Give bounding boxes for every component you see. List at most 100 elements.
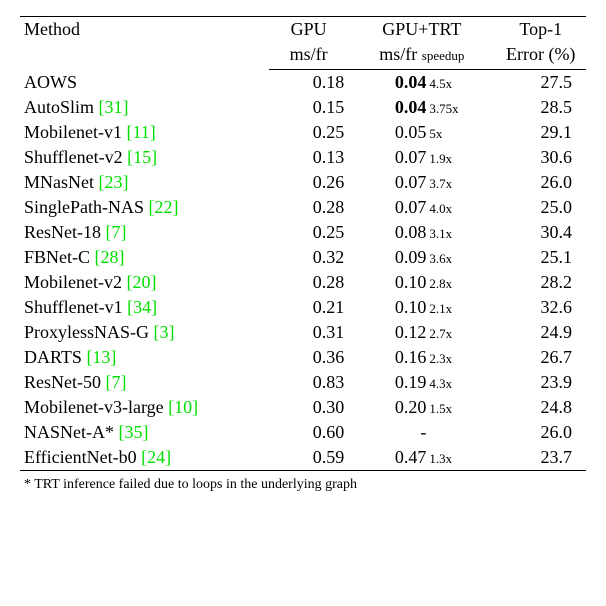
trt-speedup: 5x (426, 126, 459, 142)
cell-error: 28.5 (495, 95, 586, 120)
cell-method: EfficientNet-b0 [24] (20, 445, 269, 471)
citation-link[interactable]: [11] (126, 122, 155, 142)
cell-gpu: 0.13 (269, 145, 348, 170)
cell-trt: 0.162.3x (348, 345, 495, 370)
cell-error: 25.0 (495, 195, 586, 220)
cell-gpu: 0.25 (269, 120, 348, 145)
method-name: DARTS (24, 347, 82, 367)
cell-trt: 0.102.8x (348, 270, 495, 295)
method-name: AutoSlim (24, 97, 94, 117)
citation-link[interactable]: [10] (168, 397, 198, 417)
cell-trt: 0.044.5x (348, 70, 495, 96)
cell-trt: 0.074.0x (348, 195, 495, 220)
trt-value: 0.04 (384, 72, 426, 93)
trt-value: 0.05 (384, 122, 426, 143)
cell-method: Mobilenet-v1 [11] (20, 120, 269, 145)
cell-method: ResNet-18 [7] (20, 220, 269, 245)
citation-link[interactable]: [13] (86, 347, 116, 367)
table-row: AOWS0.180.044.5x27.5 (20, 70, 586, 96)
cell-gpu: 0.36 (269, 345, 348, 370)
cell-gpu: 0.26 (269, 170, 348, 195)
cell-error: 30.4 (495, 220, 586, 245)
cell-method: MNasNet [23] (20, 170, 269, 195)
header-trt-bot-main: ms/fr (379, 44, 417, 64)
table-row: NASNet-A* [35]0.60-26.0 (20, 420, 586, 445)
header-method: Method (20, 17, 269, 70)
method-name: Mobilenet-v2 (24, 272, 122, 292)
table-row: FBNet-C [28]0.320.093.6x25.1 (20, 245, 586, 270)
cell-error: 30.6 (495, 145, 586, 170)
method-name: EfficientNet-b0 (24, 447, 137, 467)
citation-link[interactable]: [28] (95, 247, 125, 267)
cell-gpu: 0.32 (269, 245, 348, 270)
cell-trt: 0.071.9x (348, 145, 495, 170)
cell-gpu: 0.28 (269, 195, 348, 220)
cell-gpu: 0.30 (269, 395, 348, 420)
cell-method: Shufflenet-v2 [15] (20, 145, 269, 170)
cell-method: Mobilenet-v3-large [10] (20, 395, 269, 420)
citation-link[interactable]: [20] (126, 272, 156, 292)
table-row: Mobilenet-v1 [11]0.250.055x29.1 (20, 120, 586, 145)
trt-value: 0.12 (384, 322, 426, 343)
table-row: ProxylessNAS-G [3]0.310.122.7x24.9 (20, 320, 586, 345)
method-name: MNasNet (24, 172, 94, 192)
trt-speedup: 1.9x (426, 151, 459, 167)
table-row: MNasNet [23]0.260.073.7x26.0 (20, 170, 586, 195)
table-row: Mobilenet-v3-large [10]0.300.201.5x24.8 (20, 395, 586, 420)
trt-value: 0.20 (384, 397, 426, 418)
table-row: Shufflenet-v2 [15]0.130.071.9x30.6 (20, 145, 586, 170)
citation-link[interactable]: [3] (154, 322, 175, 342)
header-trt-bot: ms/fr speedup (348, 42, 495, 70)
trt-speedup: 3.1x (426, 226, 459, 242)
cell-error: 23.7 (495, 445, 586, 471)
cell-trt: - (348, 420, 495, 445)
trt-speedup: 3.7x (426, 176, 459, 192)
trt-speedup: 2.8x (426, 276, 459, 292)
trt-value: 0.09 (384, 247, 426, 268)
cell-method: FBNet-C [28] (20, 245, 269, 270)
cell-error: 24.8 (495, 395, 586, 420)
citation-link[interactable]: [31] (99, 97, 129, 117)
citation-link[interactable]: [22] (149, 197, 179, 217)
table-row: AutoSlim [31]0.150.043.75x28.5 (20, 95, 586, 120)
cell-gpu: 0.59 (269, 445, 348, 471)
table-row: ResNet-18 [7]0.250.083.1x30.4 (20, 220, 586, 245)
method-name: ResNet-18 (24, 222, 101, 242)
header-err-bot: Error (%) (495, 42, 586, 70)
cell-error: 29.1 (495, 120, 586, 145)
method-name: SinglePath-NAS (24, 197, 144, 217)
citation-link[interactable]: [24] (141, 447, 171, 467)
citation-link[interactable]: [7] (105, 372, 126, 392)
trt-value: 0.07 (384, 197, 426, 218)
citation-link[interactable]: [35] (119, 422, 149, 442)
citation-link[interactable]: [34] (127, 297, 157, 317)
header-gpu-top: GPU (269, 17, 348, 43)
cell-trt: 0.201.5x (348, 395, 495, 420)
citation-link[interactable]: [7] (105, 222, 126, 242)
cell-error: 32.6 (495, 295, 586, 320)
method-name: Mobilenet-v1 (24, 122, 122, 142)
cell-trt: 0.073.7x (348, 170, 495, 195)
trt-value: 0.07 (384, 172, 426, 193)
cell-error: 28.2 (495, 270, 586, 295)
table-row: DARTS [13]0.360.162.3x26.7 (20, 345, 586, 370)
cell-method: ProxylessNAS-G [3] (20, 320, 269, 345)
table-row: ResNet-50 [7]0.830.194.3x23.9 (20, 370, 586, 395)
citation-link[interactable]: [15] (127, 147, 157, 167)
cell-gpu: 0.18 (269, 70, 348, 96)
cell-method: NASNet-A* [35] (20, 420, 269, 445)
trt-speedup: 1.3x (426, 451, 459, 467)
trt-value: 0.19 (384, 372, 426, 393)
cell-trt: 0.093.6x (348, 245, 495, 270)
citation-link[interactable]: [23] (99, 172, 129, 192)
header-trt-top: GPU+TRT (348, 17, 495, 43)
footnote: * TRT inference failed due to loops in t… (20, 477, 586, 493)
cell-error: 27.5 (495, 70, 586, 96)
cell-error: 24.9 (495, 320, 586, 345)
method-name: FBNet-C (24, 247, 90, 267)
cell-method: AutoSlim [31] (20, 95, 269, 120)
header-trt-bot-sub: speedup (422, 48, 465, 63)
cell-gpu: 0.83 (269, 370, 348, 395)
cell-gpu: 0.28 (269, 270, 348, 295)
cell-error: 26.0 (495, 420, 586, 445)
